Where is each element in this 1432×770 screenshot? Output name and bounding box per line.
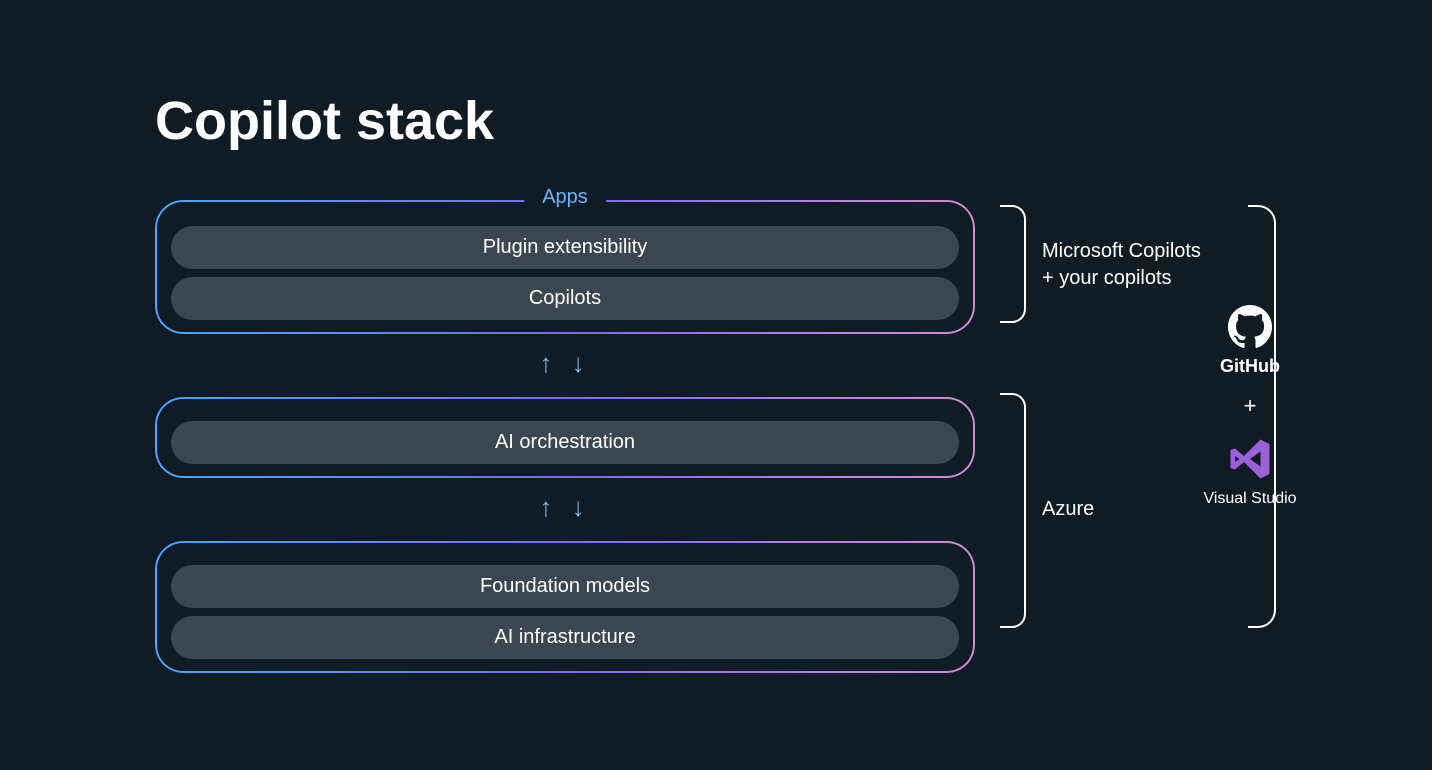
visual-studio-icon	[1170, 435, 1330, 488]
bracket-bottom-icon	[1000, 393, 1026, 628]
pill-ai-infrastructure: AI infrastructure	[171, 616, 959, 659]
bracket-top-icon	[1000, 205, 1026, 323]
visual-studio-label: Visual Studio	[1170, 490, 1330, 508]
label-line1: Microsoft Copilots	[1042, 240, 1201, 262]
group-orchestration: AI orchestration	[155, 397, 975, 478]
pill-ai-orchestration: AI orchestration	[171, 421, 959, 464]
label-microsoft-copilots: Microsoft Copilots + your copilots	[1042, 238, 1201, 292]
tools-column: GitHub + Visual Studio	[1170, 305, 1330, 508]
github-icon	[1228, 305, 1272, 354]
label-line2: + your copilots	[1042, 267, 1172, 289]
stack-column: Apps Plugin extensibility Copilots ↑ ↓ A…	[155, 200, 975, 687]
plus-label: +	[1170, 393, 1330, 419]
pill-plugin-extensibility: Plugin extensibility	[171, 226, 959, 269]
pill-copilots: Copilots	[171, 277, 959, 320]
diagram-title: Copilot stack	[155, 90, 494, 152]
arrows-icon: ↑ ↓	[155, 348, 975, 379]
github-label: GitHub	[1170, 356, 1330, 377]
label-azure: Azure	[1042, 496, 1094, 523]
pill-foundation-models: Foundation models	[171, 565, 959, 608]
arrows-icon: ↑ ↓	[155, 492, 975, 523]
group-foundation: Foundation models AI infrastructure	[155, 541, 975, 673]
group-apps: Apps Plugin extensibility Copilots	[155, 200, 975, 334]
group-apps-header: Apps	[524, 186, 606, 209]
